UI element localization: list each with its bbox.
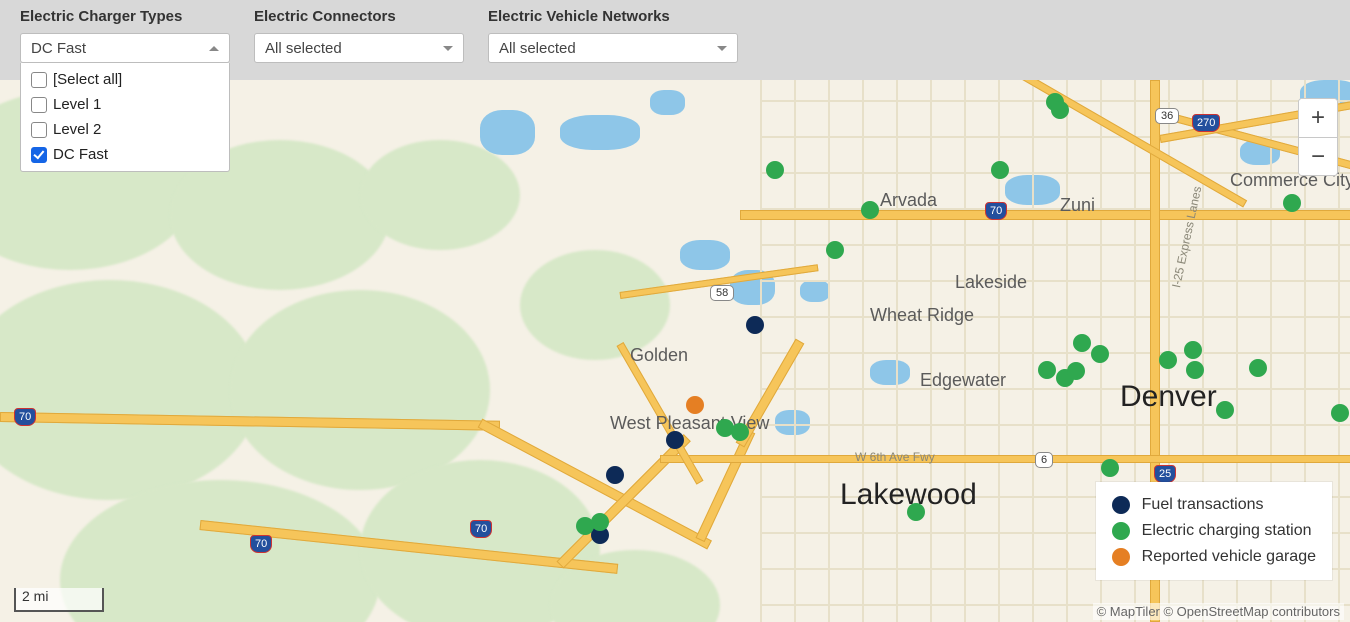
charge-marker[interactable] xyxy=(1159,351,1177,369)
map-attribution: © MapTiler © OpenStreetMap contributors xyxy=(1093,603,1344,620)
option-level-1[interactable]: Level 1 xyxy=(21,92,229,117)
legend-item-fuel: Fuel transactions xyxy=(1112,492,1316,518)
dropdown-connectors[interactable]: All selected xyxy=(254,33,464,63)
filter-charger-types: Electric Charger Types DC Fast [Select a… xyxy=(20,8,230,80)
dropdown-value: All selected xyxy=(265,40,342,57)
option-label: DC Fast xyxy=(53,146,108,163)
legend-label: Reported vehicle garage xyxy=(1142,548,1316,566)
legend-label: Electric charging station xyxy=(1142,522,1312,540)
legend-item-charge: Electric charging station xyxy=(1112,518,1316,544)
garage-marker[interactable] xyxy=(686,396,704,414)
charge-marker[interactable] xyxy=(1249,359,1267,377)
chevron-up-icon xyxy=(209,46,219,51)
fuel-marker[interactable] xyxy=(606,466,624,484)
zoom-in-button[interactable]: + xyxy=(1299,99,1337,137)
fuel-marker[interactable] xyxy=(746,316,764,334)
dropdown-menu-charger-types: [Select all] Level 1 Level 2 DC Fast xyxy=(20,63,230,172)
scale-text: 2 mi xyxy=(22,588,48,604)
checkbox-checked-icon xyxy=(31,147,47,163)
charge-marker[interactable] xyxy=(826,241,844,259)
filter-label-charger-types: Electric Charger Types xyxy=(20,8,230,25)
charge-marker[interactable] xyxy=(1283,194,1301,212)
option-select-all[interactable]: [Select all] xyxy=(21,67,229,92)
charge-marker[interactable] xyxy=(591,513,609,531)
charge-marker[interactable] xyxy=(1216,401,1234,419)
legend-dot-garage xyxy=(1112,548,1130,566)
option-level-2[interactable]: Level 2 xyxy=(21,117,229,142)
option-label: Level 2 xyxy=(53,121,101,138)
scale-bar: 2 mi xyxy=(14,588,104,612)
checkbox-icon xyxy=(31,97,47,113)
dropdown-networks[interactable]: All selected xyxy=(488,33,738,63)
charge-marker[interactable] xyxy=(1051,101,1069,119)
charge-marker[interactable] xyxy=(1073,334,1091,352)
legend-label: Fuel transactions xyxy=(1142,496,1264,514)
charge-marker[interactable] xyxy=(1038,361,1056,379)
filter-bar: Electric Charger Types DC Fast [Select a… xyxy=(0,0,1350,80)
charge-marker[interactable] xyxy=(731,423,749,441)
zoom-out-button[interactable]: − xyxy=(1299,137,1337,175)
legend: Fuel transactions Electric charging stat… xyxy=(1096,482,1332,580)
dropdown-value: DC Fast xyxy=(31,40,86,57)
filter-connectors: Electric Connectors All selected xyxy=(254,8,464,80)
filter-label-networks: Electric Vehicle Networks xyxy=(488,8,738,25)
filter-networks: Electric Vehicle Networks All selected xyxy=(488,8,738,80)
charge-marker[interactable] xyxy=(1101,459,1119,477)
chevron-down-icon xyxy=(443,46,453,51)
dropdown-charger-types[interactable]: DC Fast [Select all] Level 1 Level 2 D xyxy=(20,33,230,63)
option-label: [Select all] xyxy=(53,71,122,88)
checkbox-icon xyxy=(31,72,47,88)
charge-marker[interactable] xyxy=(1067,362,1085,380)
charge-marker[interactable] xyxy=(1186,361,1204,379)
charge-marker[interactable] xyxy=(907,503,925,521)
zoom-control: + − xyxy=(1298,98,1338,176)
chevron-down-icon xyxy=(717,46,727,51)
fuel-marker[interactable] xyxy=(666,431,684,449)
legend-item-garage: Reported vehicle garage xyxy=(1112,544,1316,570)
checkbox-icon xyxy=(31,122,47,138)
option-dc-fast[interactable]: DC Fast xyxy=(21,142,229,167)
road-label: I-25 Express Lanes xyxy=(1169,185,1204,289)
charge-marker[interactable] xyxy=(766,161,784,179)
charge-marker[interactable] xyxy=(991,161,1009,179)
filter-label-connectors: Electric Connectors xyxy=(254,8,464,25)
charge-marker[interactable] xyxy=(1091,345,1109,363)
charge-marker[interactable] xyxy=(861,201,879,219)
charge-marker[interactable] xyxy=(1184,341,1202,359)
option-label: Level 1 xyxy=(53,96,101,113)
charge-marker[interactable] xyxy=(1331,404,1349,422)
legend-dot-charge xyxy=(1112,522,1130,540)
legend-dot-fuel xyxy=(1112,496,1130,514)
dropdown-value: All selected xyxy=(499,40,576,57)
